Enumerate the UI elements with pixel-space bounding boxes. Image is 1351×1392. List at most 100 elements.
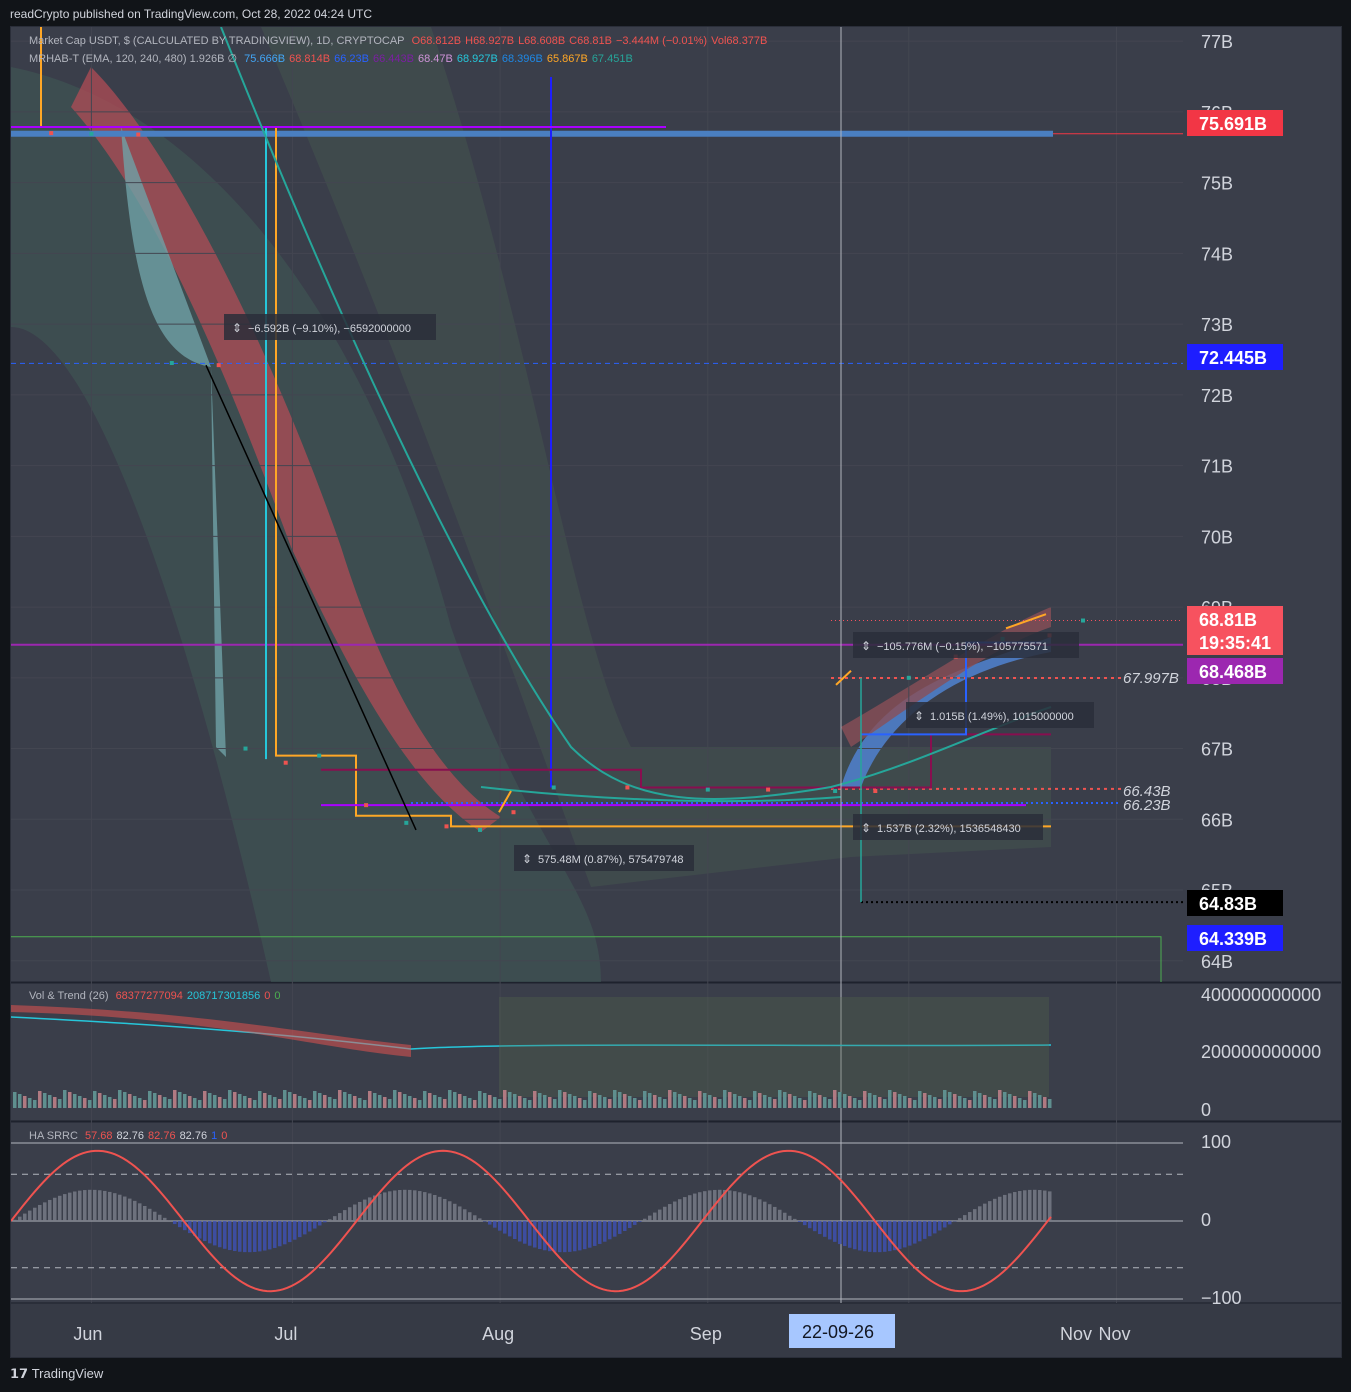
- ohlc-value-1: H68.927B: [465, 35, 515, 47]
- volume-bar: [348, 1094, 352, 1108]
- volume-bar: [353, 1096, 357, 1108]
- volume-bar: [318, 1093, 322, 1108]
- srrc-bar: [678, 1199, 682, 1221]
- candle: [766, 787, 771, 792]
- srrc-bar: [508, 1221, 512, 1237]
- volume-bar: [553, 1099, 557, 1108]
- srrc-bar: [98, 1190, 102, 1221]
- volume-bar: [78, 1096, 82, 1108]
- srrc-bar: [563, 1221, 567, 1253]
- measure-label: −105.776M (−0.15%), −105775571: [877, 641, 1048, 653]
- srrc-bar: [148, 1208, 152, 1221]
- volume-bar: [143, 1100, 147, 1108]
- srrc-bar: [33, 1207, 37, 1221]
- volume-bar: [873, 1095, 877, 1108]
- volume-bar: [973, 1091, 977, 1108]
- volume-bar: [283, 1090, 287, 1108]
- volume-bar: [718, 1099, 722, 1108]
- volume-bar: [118, 1090, 122, 1108]
- volume-bar: [363, 1100, 367, 1108]
- y-tick-label: 70B: [1201, 527, 1233, 547]
- volume-bar: [238, 1094, 242, 1108]
- srrc-bar: [108, 1191, 112, 1221]
- volume-bar: [123, 1092, 127, 1108]
- volume-bar: [998, 1090, 1002, 1108]
- srrc-bar: [198, 1221, 202, 1239]
- srrc-bar: [258, 1221, 262, 1252]
- volume-bar: [308, 1100, 312, 1108]
- candle: [478, 827, 482, 832]
- volume-bar: [518, 1096, 522, 1108]
- volume-bar: [833, 1090, 837, 1108]
- volume-bar: [63, 1090, 67, 1108]
- indicator-value-2: 66.23B: [334, 53, 369, 65]
- x-tick-label: Nov: [1099, 1324, 1131, 1344]
- srrc-bar: [708, 1190, 712, 1221]
- volume-bar: [1043, 1097, 1047, 1108]
- srrc-value-5: 0: [221, 1130, 228, 1142]
- indicator-values: 75.666B 68.814B 66.23B 66.443B 68.47B 68.927B…: [244, 53, 637, 65]
- srrc-bar: [738, 1192, 742, 1221]
- volume-bar: [338, 1090, 342, 1108]
- srrc-bar: [348, 1207, 352, 1221]
- srrc-bar: [863, 1221, 867, 1252]
- srrc-bar: [83, 1190, 87, 1221]
- candle: [705, 787, 710, 792]
- volume-bar: [788, 1094, 792, 1108]
- volume-bar: [23, 1096, 27, 1108]
- volume-bar: [1028, 1091, 1032, 1108]
- candle: [243, 746, 248, 751]
- chart-canvas[interactable]: 77B76B75B74B73B72B71B70B69B68B67B66B65B6…: [11, 27, 1341, 1357]
- volume-bar: [838, 1092, 842, 1108]
- measure-icon: ⇕: [522, 852, 532, 866]
- volume-bar: [208, 1093, 212, 1108]
- volume-bar: [568, 1094, 572, 1108]
- volume-bar: [993, 1099, 997, 1108]
- volume-bar: [848, 1096, 852, 1108]
- volume-bar: [798, 1098, 802, 1108]
- volume-bar: [313, 1091, 317, 1108]
- srrc-bar: [93, 1189, 97, 1221]
- volume-bar: [983, 1095, 987, 1108]
- volume-bar: [793, 1096, 797, 1108]
- volume-bar: [108, 1097, 112, 1108]
- volume-bar: [858, 1100, 862, 1108]
- volume-bar: [168, 1099, 172, 1108]
- volume-title: Vol & Trend (26): [29, 990, 109, 1002]
- srrc-bar: [138, 1203, 142, 1221]
- srrc-bar: [253, 1221, 257, 1252]
- srrc-bar: [1033, 1189, 1037, 1221]
- srrc-bar: [938, 1221, 942, 1231]
- volume-bar: [278, 1099, 282, 1108]
- volume-bar: [228, 1090, 232, 1108]
- volume-bar: [178, 1092, 182, 1108]
- srrc-bar: [758, 1199, 762, 1221]
- symbol-title: Market Cap USDT, $ (CALCULATED BY TRADIN…: [29, 35, 405, 47]
- volume-bar: [173, 1090, 177, 1108]
- srrc-bar: [313, 1221, 317, 1229]
- y-tick-label: 67B: [1201, 740, 1233, 760]
- indicator-value-0: 75.666B: [244, 53, 286, 65]
- volume-bar: [933, 1097, 937, 1108]
- volume-bar: [573, 1096, 577, 1108]
- price-label: 64.339B: [1199, 929, 1267, 949]
- srrc-bar: [753, 1197, 757, 1221]
- volume-bar: [418, 1100, 422, 1108]
- srrc-bar: [468, 1212, 472, 1221]
- volume-bar: [688, 1098, 692, 1108]
- volume-bar: [433, 1095, 437, 1108]
- srrc-bar: [818, 1221, 822, 1235]
- chart-panel[interactable]: 77B76B75B74B73B72B71B70B69B68B67B66B65B6…: [10, 26, 1342, 1358]
- volume-bar: [773, 1099, 777, 1108]
- measure-icon: ⇕: [232, 321, 242, 335]
- price-label: 19:35:41: [1199, 633, 1271, 653]
- candle: [364, 803, 369, 808]
- volume-bar: [638, 1100, 642, 1108]
- srrc-bar: [1028, 1189, 1032, 1221]
- volume-legend: Vol & Trend (26) 68377277094 208717301856…: [29, 990, 289, 1002]
- srrc-bar: [18, 1216, 22, 1221]
- volume-bar: [243, 1096, 247, 1108]
- volume-bar: [928, 1095, 932, 1108]
- volume-bar: [128, 1094, 132, 1108]
- volume-bar: [48, 1095, 52, 1108]
